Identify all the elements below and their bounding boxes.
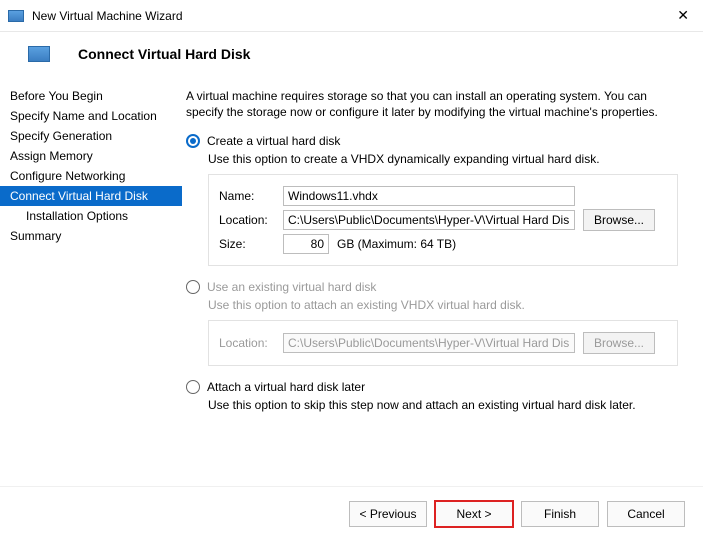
size-unit: GB (Maximum: 64 TB)	[337, 237, 456, 251]
intro-text: A virtual machine requires storage so th…	[186, 88, 685, 120]
radio-existing-vhd[interactable]	[186, 280, 200, 294]
step-specify-generation[interactable]: Specify Generation	[0, 126, 182, 146]
step-configure-networking[interactable]: Configure Networking	[0, 166, 182, 186]
radio-create-vhd[interactable]	[186, 134, 200, 148]
size-input[interactable]	[283, 234, 329, 254]
titlebar: New Virtual Machine Wizard ✕	[0, 0, 703, 32]
option-create-label: Create a virtual hard disk	[207, 134, 340, 148]
close-icon[interactable]: ✕	[671, 5, 695, 26]
window-title: New Virtual Machine Wizard	[32, 9, 671, 23]
page-title: Connect Virtual Hard Disk	[78, 46, 250, 62]
finish-button[interactable]: Finish	[521, 501, 599, 527]
name-label: Name:	[219, 189, 275, 203]
step-installation-options[interactable]: Installation Options	[0, 206, 182, 226]
option-attach-later: Attach a virtual hard disk later Use thi…	[186, 380, 685, 412]
step-before-you-begin[interactable]: Before You Begin	[0, 86, 182, 106]
name-input[interactable]	[283, 186, 575, 206]
existing-location-input	[283, 333, 575, 353]
wizard-header: Connect Virtual Hard Disk	[0, 32, 703, 78]
previous-button[interactable]: < Previous	[349, 501, 427, 527]
option-later-desc: Use this option to skip this step now an…	[208, 398, 685, 412]
footer: < Previous Next > Finish Cancel	[0, 486, 703, 541]
step-specify-name[interactable]: Specify Name and Location	[0, 106, 182, 126]
size-label: Size:	[219, 237, 275, 251]
next-button[interactable]: Next >	[435, 501, 513, 527]
existing-location-label: Location:	[219, 336, 275, 350]
option-create-vhd: Create a virtual hard disk Use this opti…	[186, 134, 685, 266]
option-create-desc: Use this option to create a VHDX dynamic…	[208, 152, 685, 166]
step-connect-vhd[interactable]: Connect Virtual Hard Disk	[0, 186, 182, 206]
option-existing-desc: Use this option to attach an existing VH…	[208, 298, 685, 312]
main-panel: A virtual machine requires storage so th…	[182, 78, 703, 486]
step-assign-memory[interactable]: Assign Memory	[0, 146, 182, 166]
location-input[interactable]	[283, 210, 575, 230]
wizard-steps-sidebar: Before You Begin Specify Name and Locati…	[0, 78, 182, 486]
option-later-label: Attach a virtual hard disk later	[207, 380, 365, 394]
app-icon	[8, 10, 24, 22]
location-label: Location:	[219, 213, 275, 227]
browse-button[interactable]: Browse...	[583, 209, 655, 231]
radio-attach-later[interactable]	[186, 380, 200, 394]
cancel-button[interactable]: Cancel	[607, 501, 685, 527]
option-existing-label: Use an existing virtual hard disk	[207, 280, 376, 294]
option-existing-vhd: Use an existing virtual hard disk Use th…	[186, 280, 685, 366]
step-summary[interactable]: Summary	[0, 226, 182, 246]
monitor-icon	[28, 46, 50, 62]
existing-fields: Location: Browse...	[208, 320, 678, 366]
create-fields: Name: Location: Browse... Size: GB (Maxi…	[208, 174, 678, 266]
existing-browse-button: Browse...	[583, 332, 655, 354]
